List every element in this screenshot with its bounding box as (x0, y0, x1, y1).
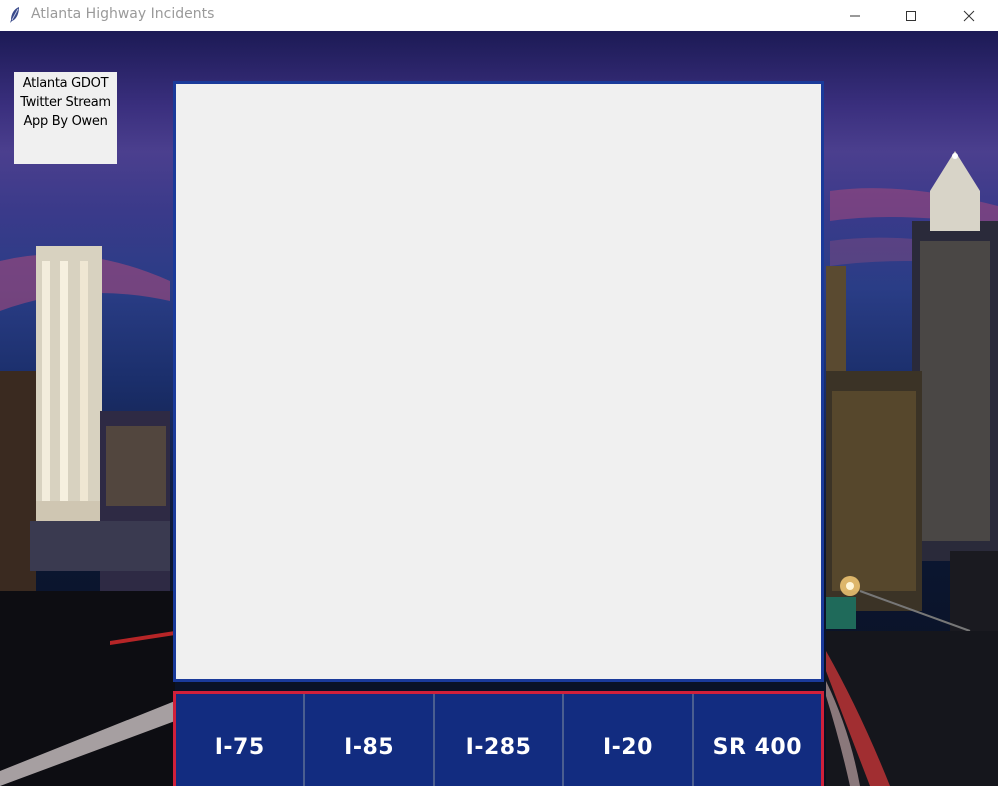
highway-button-i20[interactable]: I-20 (564, 694, 694, 786)
highway-button-i285[interactable]: I-285 (434, 694, 565, 786)
highway-button-i85[interactable]: I-85 (305, 694, 435, 786)
maximize-button[interactable] (888, 0, 934, 31)
credit-label: Atlanta GDOT Twitter Stream App By Owen (14, 72, 117, 164)
twitter-feed-panel[interactable] (173, 81, 824, 682)
minimize-icon (850, 15, 860, 16)
highway-button-bar: I-75 I-85 I-285 I-20 SR 400 (173, 691, 824, 786)
highway-button-i75[interactable]: I-75 (176, 694, 306, 786)
credit-line-3: App By Owen (23, 114, 108, 129)
close-icon (963, 10, 975, 21)
city-skyline-background: Atlanta GDOT Twitter Stream App By Owen … (0, 31, 998, 786)
credit-line-2: Twitter Stream (20, 95, 111, 110)
minimize-button[interactable] (832, 0, 878, 31)
feather-icon (10, 7, 19, 23)
window-title: Atlanta Highway Incidents (31, 6, 215, 22)
highway-button-sr400[interactable]: SR 400 (693, 694, 822, 786)
credit-line-1: Atlanta GDOT (22, 76, 109, 91)
close-button[interactable] (946, 0, 992, 31)
maximize-icon (906, 10, 916, 21)
title-bar: Atlanta Highway Incidents (0, 0, 998, 31)
